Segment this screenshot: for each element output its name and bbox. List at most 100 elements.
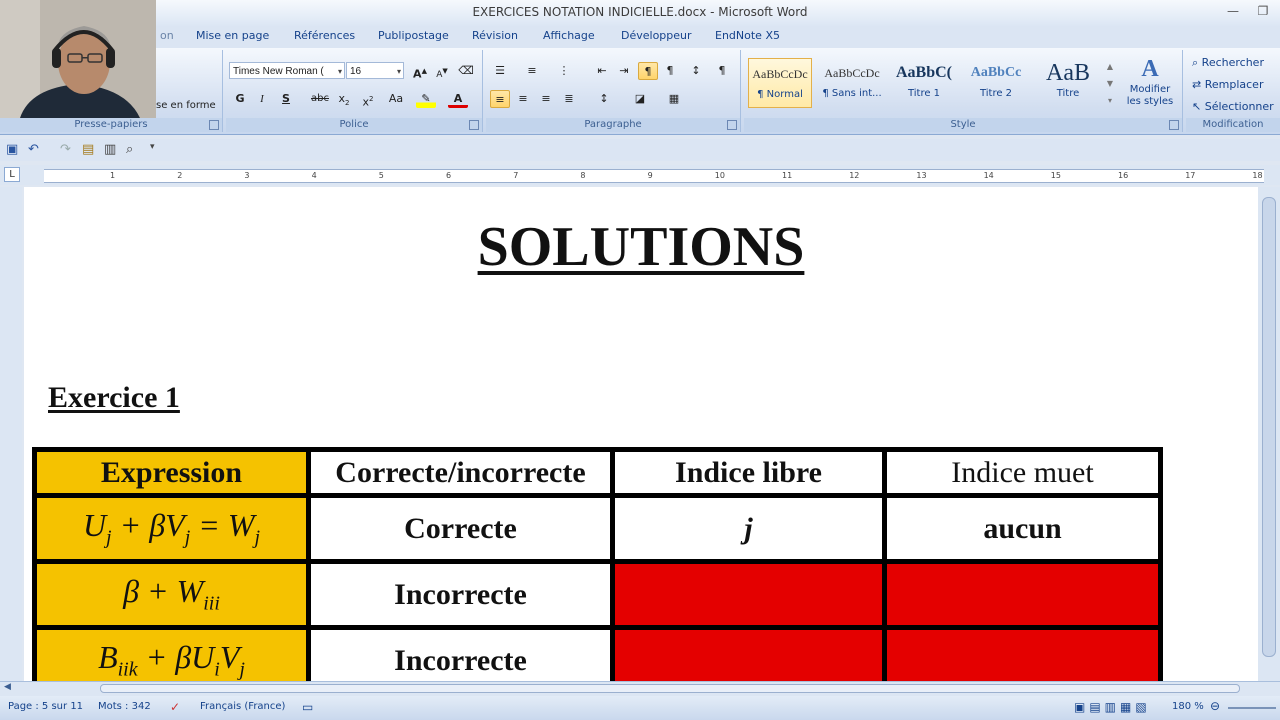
font-launcher-icon[interactable] [469,120,479,130]
view-buttons[interactable]: ▣▤▥▦▧ [1074,700,1151,714]
minimize-button[interactable]: — [1220,2,1246,20]
document-page[interactable]: SOLUTIONS Exercice 1 Expression Correcte… [24,187,1258,681]
tab-selector[interactable]: L [4,167,20,182]
style-heading-1[interactable]: AaBbC( Titre 1 [892,58,956,108]
tab-accueil[interactable]: on [160,29,174,42]
shrink-font-button[interactable]: A▼ [432,62,452,80]
page-indicator[interactable]: Page : 5 sur 11 [8,701,83,712]
ltr-direction-icon[interactable]: ¶ [638,62,658,80]
tab-endnote[interactable]: EndNote X5 [715,29,780,42]
align-right-icon[interactable]: ≡ [536,90,556,108]
replace-button[interactable]: ⇄ Remplacer [1192,78,1263,91]
vertical-scrollbar[interactable] [1258,187,1280,681]
modify-styles-label-2: les styles [1126,96,1174,107]
zoom-level[interactable]: 180 % [1172,701,1204,712]
line-spacing-icon[interactable]: ↕ [594,90,614,108]
ruler-number: 16 [1118,171,1129,180]
find-button[interactable]: ⌕ Rechercher [1192,56,1264,70]
document-title: SOLUTIONS [24,215,1258,279]
scroll-thumb[interactable] [1262,197,1276,657]
zoom-slider[interactable] [1228,707,1276,709]
rtl-direction-icon[interactable]: ¶ [660,62,680,80]
change-case-button[interactable]: Aa [384,90,408,108]
group-editing: ⌕ Rechercher ⇄ Remplacer ↖ Sélectionner … [1186,50,1280,132]
header-free-index: Indice libre [610,447,887,498]
strikethrough-button[interactable]: abc [310,90,330,108]
replace-icon: ⇄ [1192,78,1202,91]
clear-format-icon[interactable]: ⌫ [456,62,476,80]
expression-cell: Biik + βUiVj [32,625,311,681]
bold-button[interactable]: G [230,90,250,108]
style-normal[interactable]: AaBbCcDc ¶ Normal [748,58,812,108]
select-button[interactable]: ↖ Sélectionner [1192,100,1274,113]
ruler-strip[interactable]: 1 2 3 4 5 6 7 8 9 10 11 12 13 14 15 16 17 18 [44,169,1264,183]
ruler-number: 5 [378,171,384,180]
tab-mise-en-page[interactable]: Mise en page [196,29,269,42]
show-marks-icon[interactable]: ¶ [712,62,732,80]
dummy-index-cell: aucun [882,493,1163,564]
tab-developpeur[interactable]: Développeur [621,29,692,42]
ribbon: se en forme Presse-papiers Times New Rom… [0,48,1280,135]
language-indicator[interactable]: Français (France) [200,701,285,712]
underline-button[interactable]: S [276,90,296,108]
horizontal-scrollbar[interactable]: ◀ [0,681,1280,696]
multilevel-list-icon[interactable]: ⋮ [554,62,574,80]
bullets-icon[interactable]: ☰ [490,62,510,80]
ruler-number: 15 [1050,171,1061,180]
scroll-left-icon[interactable]: ◀ [4,682,11,692]
font-size-combo[interactable]: 16 ▾ [346,62,404,79]
undo-icon[interactable]: ↶ [28,142,39,157]
tab-references[interactable]: Références [294,29,355,42]
style-heading-2[interactable]: AaBbCc Titre 2 [964,58,1028,108]
proofing-icon[interactable]: ✓ [170,700,180,714]
ribbon-tabs: on Mise en page Références Publipostage … [0,26,1280,48]
ruler-number: 14 [983,171,994,180]
clipboard-launcher-icon[interactable] [209,120,219,130]
ruler-number: 12 [849,171,860,180]
subscript-button[interactable]: x2 [334,90,354,108]
font-name-combo[interactable]: Times New Roman (▾ [229,62,345,79]
tab-affichage[interactable]: Affichage [543,29,595,42]
style-title[interactable]: AaB Titre [1036,58,1100,108]
tab-publipostage[interactable]: Publipostage [378,29,449,42]
styles-scroll[interactable]: ▲ ▼ ▾ [1104,58,1116,110]
ruler-number: 10 [714,171,725,180]
sort-icon[interactable]: ↕ [686,62,706,80]
highlight-icon[interactable]: ✎ [416,90,436,108]
webcam-overlay [0,0,156,118]
align-left-icon[interactable]: ≡ [490,90,510,108]
modify-styles-button[interactable]: A Modifier les styles [1120,54,1180,108]
tab-revision[interactable]: Révision [472,29,518,42]
print-preview-icon[interactable]: ⌕ [126,142,133,157]
format-painter-label[interactable]: se en forme [156,100,216,111]
print-icon[interactable]: ▥ [104,142,116,157]
horizontal-scroll-thumb[interactable] [100,684,1240,693]
justify-icon[interactable]: ≣ [559,90,579,108]
customize-qat-icon[interactable]: ▾ [150,142,155,152]
open-icon[interactable]: ▤ [82,142,94,157]
align-center-icon[interactable]: ≡ [513,90,533,108]
decrease-indent-icon[interactable]: ⇤ [592,62,612,80]
zoom-out-icon[interactable]: ⊖ [1210,699,1220,713]
shading-icon[interactable]: ◪ [630,90,650,108]
maximize-button[interactable]: ❐ [1250,2,1276,20]
grow-font-button[interactable]: A▲ [410,62,430,81]
style-no-spacing[interactable]: AaBbCcDc ¶ Sans int... [820,58,884,108]
redo-icon[interactable]: ↷ [60,142,71,157]
expression-cell: β + Wiii [32,559,311,630]
word-count[interactable]: Mots : 342 [98,701,151,712]
group-label-clipboard: Presse-papiers [0,118,222,132]
italic-button[interactable]: I [252,90,272,108]
group-paragraph: ☰ ≡ ⋮ ⇤ ⇥ ¶ ¶ ↕ ¶ ≡ ≡ ≡ ≣ ↕ ◪ ▦ Paragrap… [486,50,741,132]
macro-record-icon[interactable]: ▭ [302,700,313,714]
style-launcher-icon[interactable] [1169,120,1179,130]
font-color-icon[interactable]: A [448,90,468,108]
increase-indent-icon[interactable]: ⇥ [614,62,634,80]
superscript-button[interactable]: x2 [358,90,378,109]
save-icon[interactable]: ▣ [6,142,18,157]
borders-icon[interactable]: ▦ [664,90,684,108]
paragraph-launcher-icon[interactable] [727,120,737,130]
ruler-number: 4 [311,171,317,180]
ruler-number: 8 [580,171,586,180]
numbering-icon[interactable]: ≡ [522,62,542,80]
